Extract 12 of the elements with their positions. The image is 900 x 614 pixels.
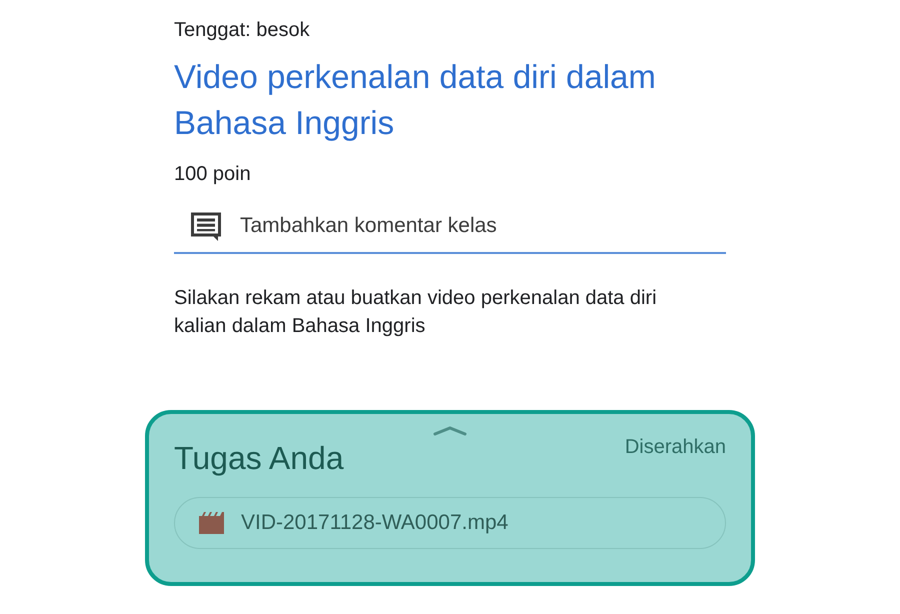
work-panel[interactable]: Tugas Anda Diserahkan VID-20171128-WA0007.mp4 — [145, 410, 755, 586]
deadline-text: Tenggat: besok — [174, 18, 311, 43]
comment-field[interactable]: Tambahkan komentar kelas — [240, 214, 700, 238]
points-text: 100 poin — [174, 162, 252, 187]
panel-title: Tugas Anda — [174, 440, 344, 477]
file-name: VID-20171128-WA0007.mp4 — [241, 511, 508, 535]
attachment-chip[interactable]: VID-20171128-WA0007.mp4 — [174, 497, 726, 549]
status-text: Diserahkan — [624, 436, 726, 459]
assignment-title: Video perkenalan data diri dalam Bahasa Inggris — [174, 57, 657, 143]
film-clapper-icon — [199, 511, 225, 535]
caret-icon[interactable] — [433, 426, 467, 436]
description-text: Silakan rekam atau buatkan video perkenalan data diri kalian dalam Bahasa Inggris — [174, 286, 658, 339]
